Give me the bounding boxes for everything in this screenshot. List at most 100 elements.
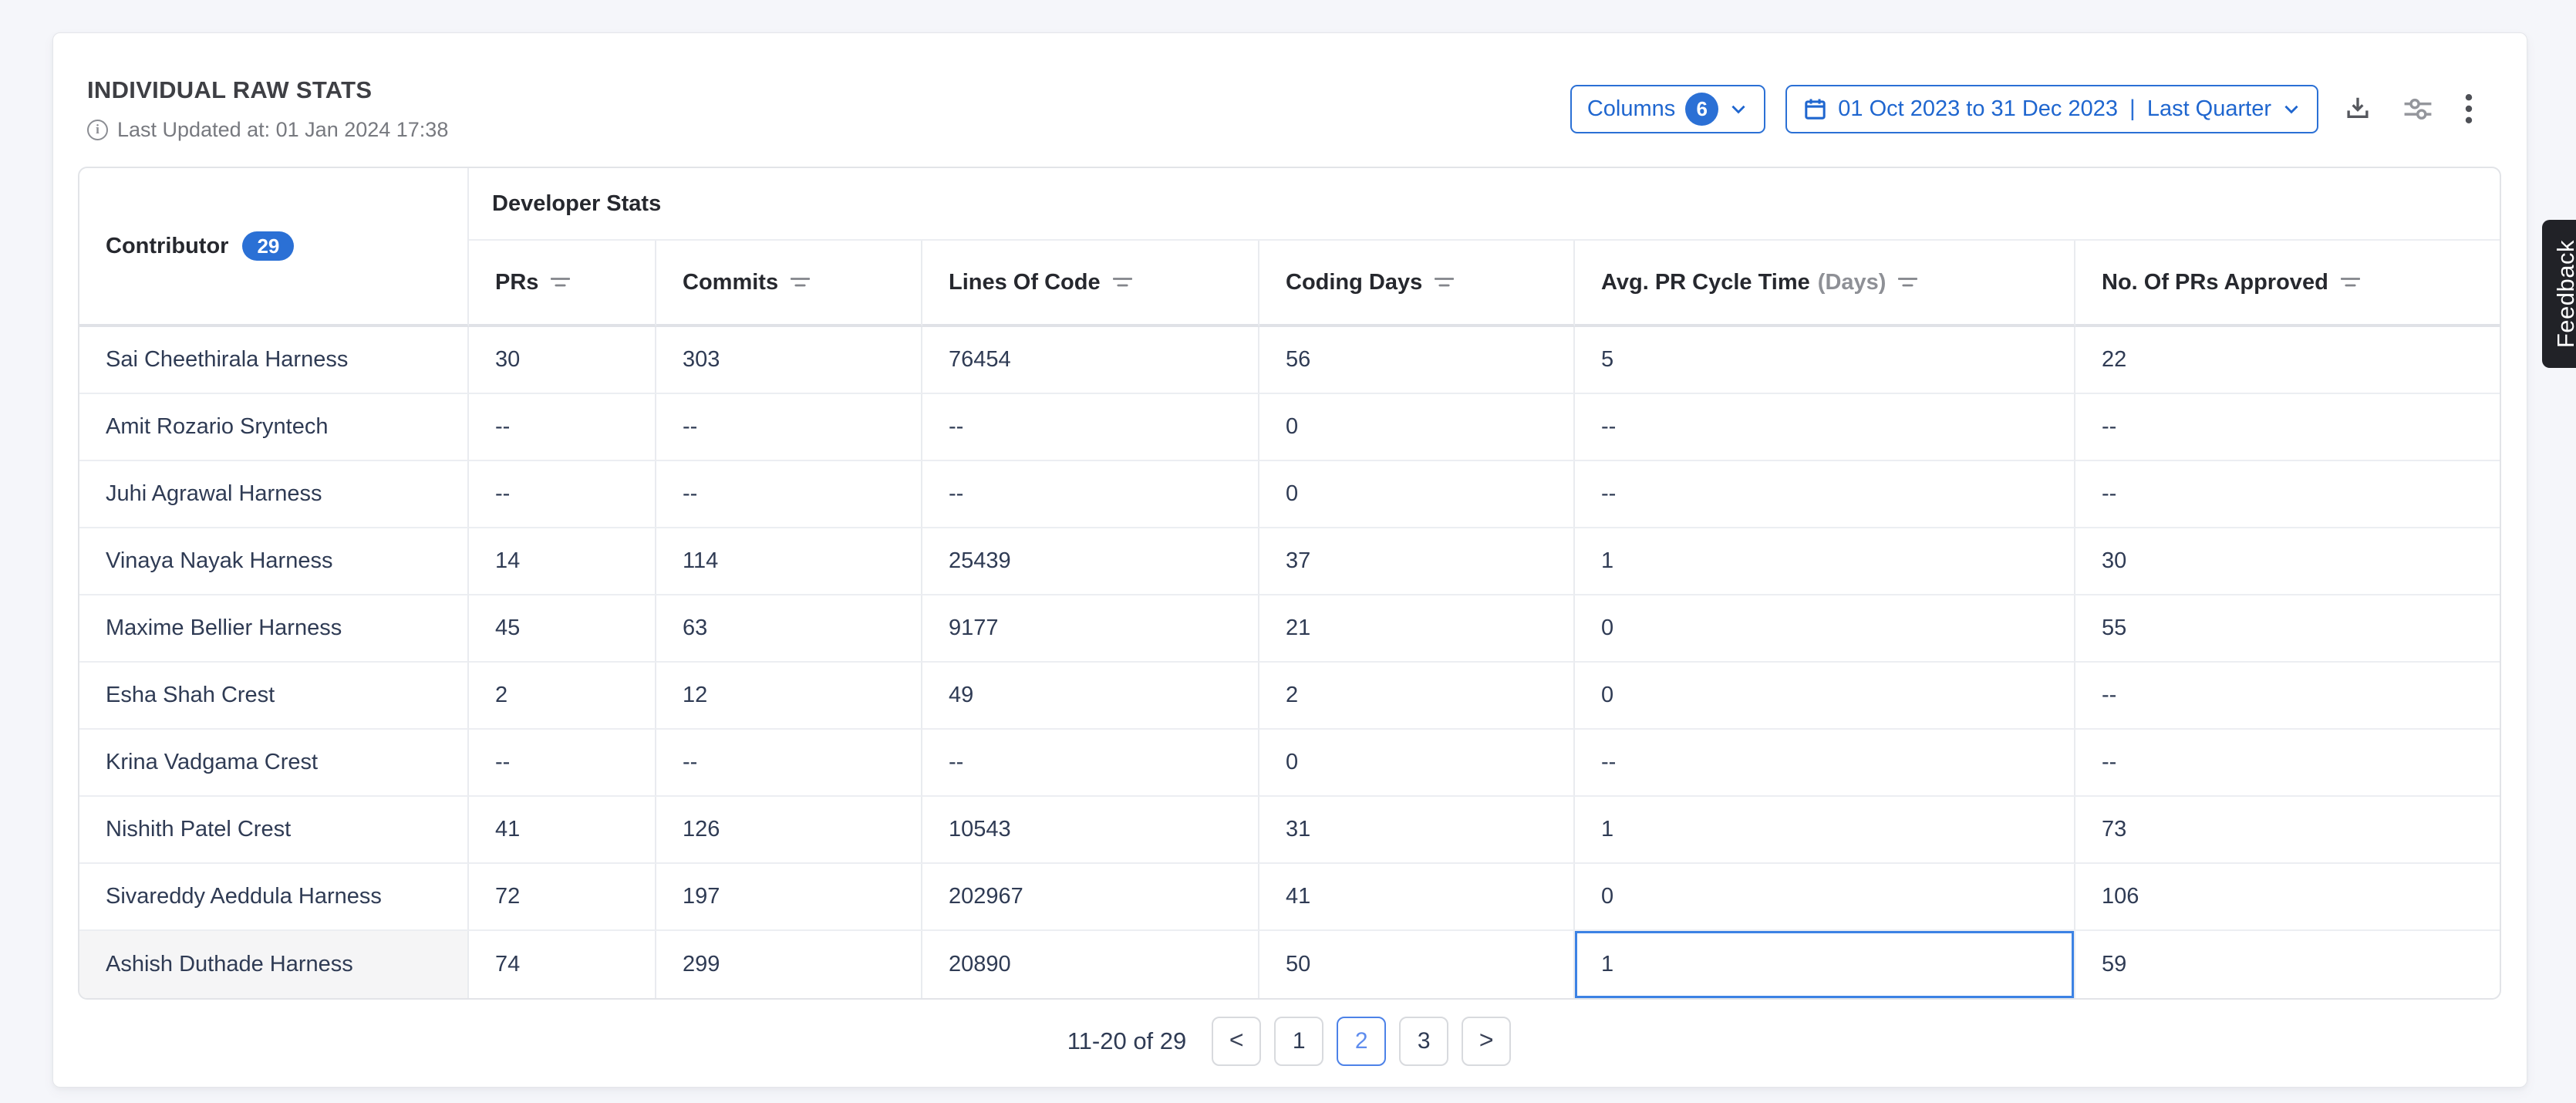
table-cell[interactable]: -- (1575, 394, 2075, 461)
table-cell[interactable]: 1 (1575, 528, 2075, 595)
table-cell[interactable]: 0 (1575, 864, 2075, 931)
table-cell[interactable]: 74 (469, 931, 656, 998)
filter-settings-button[interactable] (2397, 89, 2439, 128)
date-range-text: 01 Oct 2023 to 31 Dec 2023 (1838, 96, 2118, 122)
table-cell[interactable]: 106 (2075, 864, 2501, 931)
table-cell[interactable]: 50 (1259, 931, 1575, 998)
column-header-avg-pr-cycle-time[interactable]: Avg. PR Cycle Time(Days) (1575, 241, 2075, 327)
table-cell[interactable]: 10543 (922, 797, 1259, 864)
table-cell[interactable]: 9177 (922, 595, 1259, 663)
feedback-tab[interactable]: Feedback (2542, 220, 2576, 368)
more-options-button[interactable] (2459, 89, 2479, 129)
table-cell[interactable]: 49 (922, 663, 1259, 730)
column-header-coding-days[interactable]: Coding Days (1259, 241, 1575, 327)
table-cell[interactable]: 25439 (922, 528, 1259, 595)
table-cell[interactable]: -- (656, 394, 922, 461)
table-cell[interactable]: 31 (1259, 797, 1575, 864)
previous-page-button[interactable]: < (1212, 1017, 1261, 1066)
page-button-1[interactable]: 1 (1274, 1017, 1323, 1066)
table-cell[interactable]: 37 (1259, 528, 1575, 595)
table-cell[interactable]: -- (922, 730, 1259, 797)
last-updated-text: Last Updated at: 01 Jan 2024 17:38 (117, 118, 448, 142)
table-cell[interactable]: 21 (1259, 595, 1575, 663)
table-cell[interactable]: 0 (1575, 595, 2075, 663)
date-range-button[interactable]: 01 Oct 2023 to 31 Dec 2023 | Last Quarte… (1785, 85, 2318, 133)
table-cell[interactable]: 5 (1575, 327, 2075, 394)
table-cell[interactable]: 56 (1259, 327, 1575, 394)
table-cell[interactable]: 1 (1575, 931, 2075, 998)
table-cell[interactable]: -- (2075, 663, 2501, 730)
table-cell[interactable]: -- (469, 461, 656, 528)
table-cell[interactable]: 0 (1259, 730, 1575, 797)
contributor-name-cell[interactable]: Nishith Patel Crest (79, 797, 469, 864)
table-cell[interactable]: 1 (1575, 797, 2075, 864)
table-cell[interactable]: -- (1575, 730, 2075, 797)
table-cell[interactable]: 2 (1259, 663, 1575, 730)
table-cell[interactable]: -- (656, 461, 922, 528)
table-cell[interactable]: -- (469, 394, 656, 461)
table-cell[interactable]: 72 (469, 864, 656, 931)
chevron-down-icon (2281, 99, 2301, 119)
filter-icon[interactable] (1898, 275, 1917, 289)
table-cell[interactable]: 0 (1259, 394, 1575, 461)
download-button[interactable] (2338, 89, 2377, 128)
column-header-contributor[interactable]: Contributor 29 (79, 168, 469, 327)
contributor-name-cell[interactable]: Amit Rozario Sryntech (79, 394, 469, 461)
table-cell[interactable]: 30 (469, 327, 656, 394)
table-cell[interactable]: 14 (469, 528, 656, 595)
table-cell[interactable]: 73 (2075, 797, 2501, 864)
table-cell[interactable]: 303 (656, 327, 922, 394)
table-cell[interactable]: 59 (2075, 931, 2501, 998)
table-cell[interactable]: 30 (2075, 528, 2501, 595)
column-header-label: Commits (683, 270, 778, 295)
table-cell[interactable]: 114 (656, 528, 922, 595)
table-cell[interactable]: 63 (656, 595, 922, 663)
table-cell[interactable]: 55 (2075, 595, 2501, 663)
table-cell[interactable]: 0 (1259, 461, 1575, 528)
table-cell[interactable]: 41 (1259, 864, 1575, 931)
table-cell[interactable]: 12 (656, 663, 922, 730)
table-cell[interactable]: -- (922, 461, 1259, 528)
filter-icon[interactable] (551, 275, 570, 289)
page-button-2[interactable]: 2 (1337, 1017, 1386, 1066)
table-cell[interactable]: -- (656, 730, 922, 797)
filter-icon[interactable] (791, 275, 810, 289)
table-cell[interactable]: 45 (469, 595, 656, 663)
table-cell[interactable]: -- (922, 394, 1259, 461)
columns-count-badge: 6 (1685, 93, 1718, 126)
table-cell[interactable]: 2 (469, 663, 656, 730)
columns-button[interactable]: Columns 6 (1570, 85, 1765, 133)
table-cell[interactable]: 126 (656, 797, 922, 864)
filter-icon[interactable] (1113, 275, 1132, 289)
contributor-name-cell[interactable]: Sai Cheethirala Harness (79, 327, 469, 394)
contributor-name-cell[interactable]: Sivareddy Aeddula Harness (79, 864, 469, 931)
table-cell[interactable]: 22 (2075, 327, 2501, 394)
contributor-name-cell[interactable]: Esha Shah Crest (79, 663, 469, 730)
filter-icon[interactable] (2341, 275, 2360, 289)
table-cell[interactable]: -- (2075, 461, 2501, 528)
table-cell[interactable]: 20890 (922, 931, 1259, 998)
column-header-prs[interactable]: PRs (469, 241, 656, 327)
column-header-commits[interactable]: Commits (656, 241, 922, 327)
contributor-name-cell[interactable]: Krina Vadgama Crest (79, 730, 469, 797)
info-icon: i (87, 120, 108, 140)
contributor-name-cell[interactable]: Vinaya Nayak Harness (79, 528, 469, 595)
column-header-no-of-prs-approved[interactable]: No. Of PRs Approved (2075, 241, 2501, 327)
table-cell[interactable]: 41 (469, 797, 656, 864)
next-page-button[interactable]: > (1462, 1017, 1511, 1066)
table-cell[interactable]: 299 (656, 931, 922, 998)
contributor-name-cell[interactable]: Maxime Bellier Harness (79, 595, 469, 663)
table-cell[interactable]: 202967 (922, 864, 1259, 931)
table-cell[interactable]: -- (1575, 461, 2075, 528)
contributor-name-cell[interactable]: Juhi Agrawal Harness (79, 461, 469, 528)
table-cell[interactable]: -- (2075, 394, 2501, 461)
table-cell[interactable]: 76454 (922, 327, 1259, 394)
column-header-lines-of-code[interactable]: Lines Of Code (922, 241, 1259, 327)
table-cell[interactable]: -- (2075, 730, 2501, 797)
table-cell[interactable]: -- (469, 730, 656, 797)
page-button-3[interactable]: 3 (1399, 1017, 1448, 1066)
contributor-name-cell[interactable]: Ashish Duthade Harness (79, 931, 469, 998)
table-cell[interactable]: 0 (1575, 663, 2075, 730)
filter-icon[interactable] (1435, 275, 1454, 289)
table-cell[interactable]: 197 (656, 864, 922, 931)
